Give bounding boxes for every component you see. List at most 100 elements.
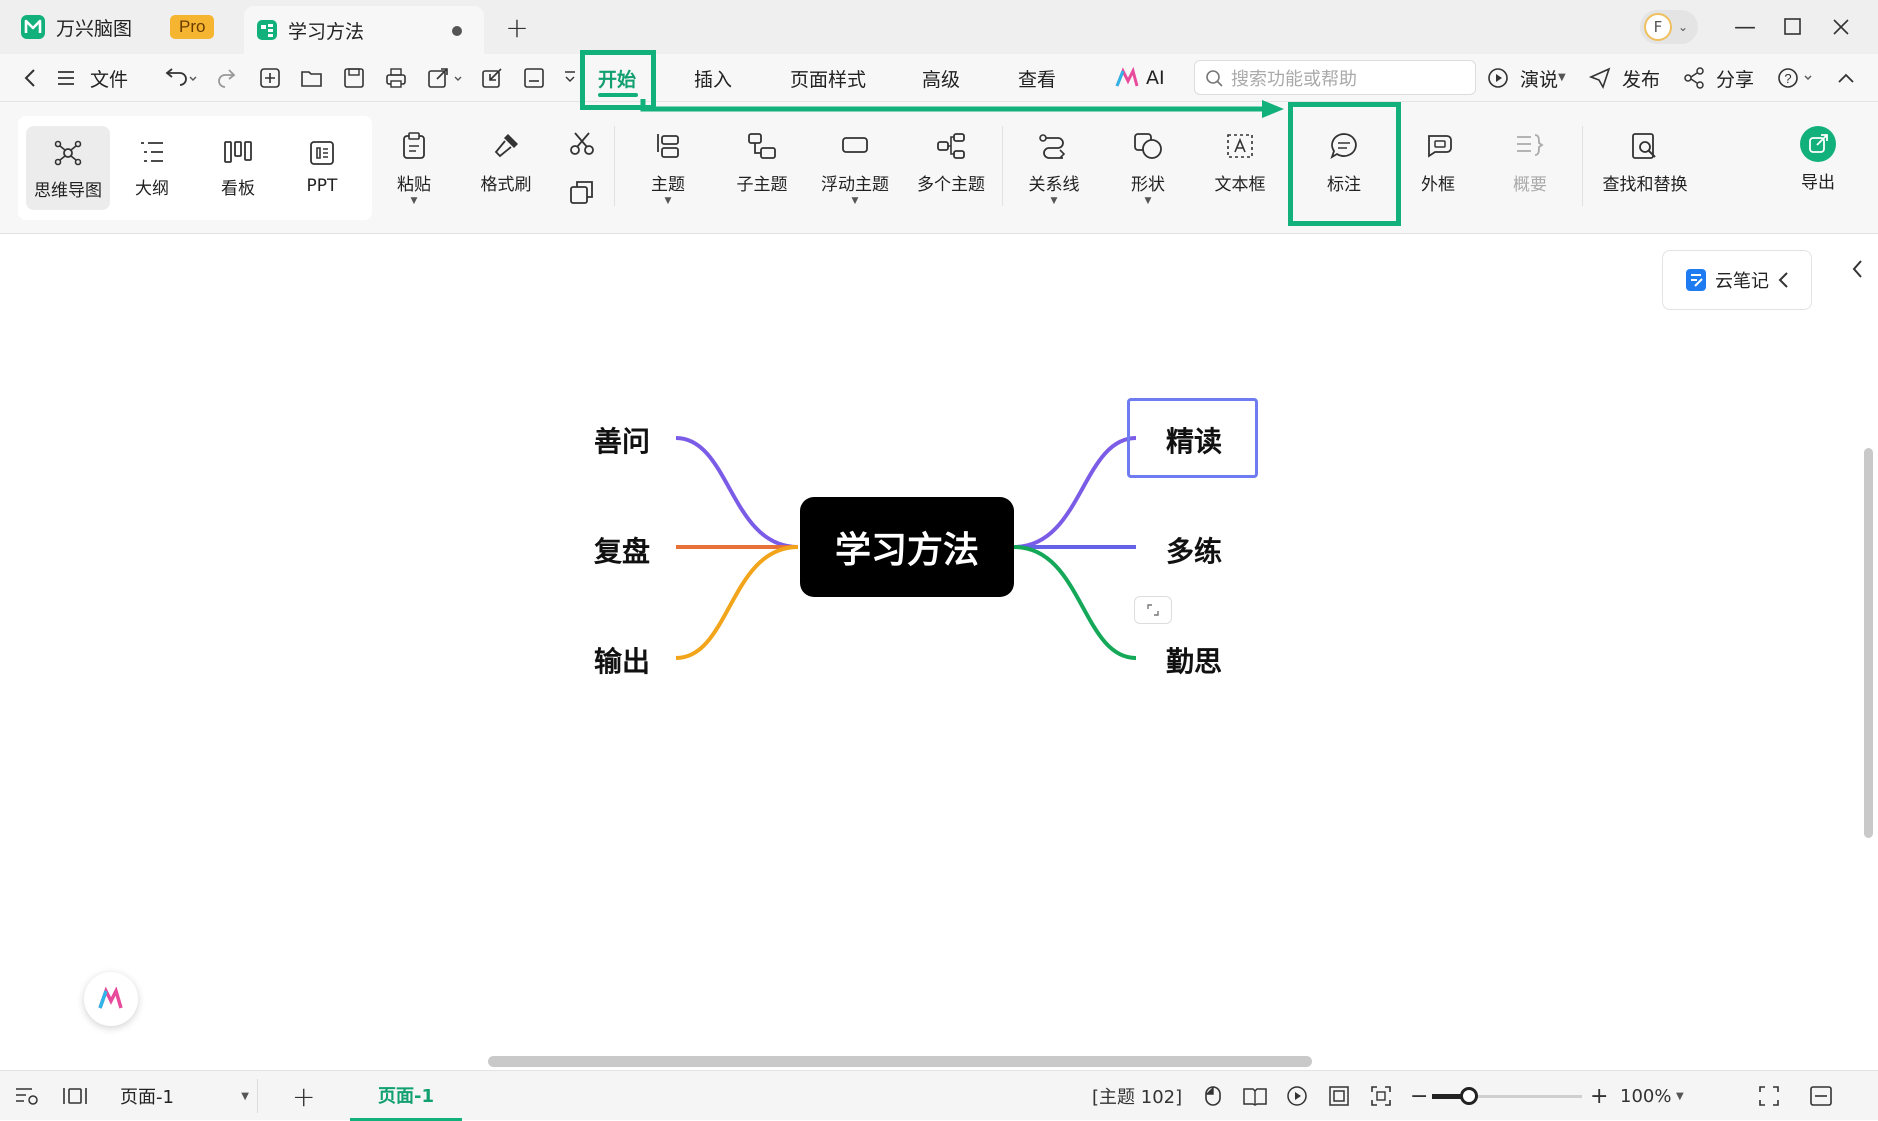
- export-label: 导出: [1801, 173, 1835, 193]
- collapse-toggle[interactable]: [1134, 596, 1172, 624]
- new-tab-button[interactable]: +: [504, 11, 530, 44]
- present-button[interactable]: 演说: [1520, 54, 1558, 102]
- share-button[interactable]: 分享: [1716, 54, 1754, 102]
- paste-label: 粘贴: [397, 175, 431, 195]
- multiple-topics-button[interactable]: 多个主题: [914, 132, 988, 195]
- search-input[interactable]: 搜索功能或帮助: [1194, 60, 1476, 95]
- topic-button[interactable]: 主题 ▼: [646, 132, 690, 206]
- account-menu[interactable]: F ⌄: [1640, 10, 1698, 44]
- topic-jingdu[interactable]: 精读: [1166, 420, 1222, 460]
- zoom-dropdown-icon[interactable]: ▼: [1676, 1091, 1684, 1102]
- mindmap-branches: [675, 436, 1137, 660]
- minimize-button[interactable]: —: [1732, 14, 1758, 40]
- subtopic-label: 子主题: [736, 175, 788, 195]
- paste-button[interactable]: 粘贴 ▼: [392, 132, 436, 206]
- menu-icon[interactable]: [54, 66, 78, 90]
- boundary-button[interactable]: 外框: [1418, 132, 1458, 195]
- mouse-icon[interactable]: [1200, 1084, 1226, 1108]
- maximize-button[interactable]: [1780, 14, 1806, 40]
- play-icon: [1486, 66, 1510, 90]
- topic-duolian[interactable]: 多练: [1166, 530, 1222, 570]
- page-list-icon[interactable]: [14, 1084, 40, 1108]
- more-tools-icon[interactable]: [562, 66, 578, 90]
- subtopic-button[interactable]: 子主题: [734, 132, 790, 195]
- slideshow-play-icon[interactable]: [1284, 1084, 1310, 1108]
- export-file-icon[interactable]: [426, 66, 466, 90]
- new-file-icon[interactable]: [258, 66, 282, 90]
- tab-view[interactable]: 查看: [1018, 54, 1056, 102]
- highlight-arrow-icon: [640, 99, 1284, 118]
- relationship-button[interactable]: 关系线 ▼: [1026, 132, 1082, 206]
- relationship-dropdown-icon[interactable]: ▼: [1051, 196, 1058, 206]
- ribbon-separator: [1002, 126, 1003, 206]
- page-select-value: 页面-1: [120, 1087, 174, 1108]
- unsaved-dot-icon[interactable]: [452, 26, 462, 36]
- zoom-level[interactable]: 100%: [1620, 1071, 1671, 1121]
- zoom-in-button[interactable]: +: [1590, 1071, 1608, 1121]
- close-button[interactable]: [1828, 14, 1854, 40]
- view-kanban-button[interactable]: 看板: [214, 140, 262, 199]
- present-dropdown-icon[interactable]: ▼: [1558, 72, 1566, 83]
- topic-shuchu[interactable]: 输出: [594, 640, 650, 680]
- page-tab-active[interactable]: 页面-1: [350, 1071, 462, 1121]
- shape-button[interactable]: 形状 ▼: [1126, 132, 1170, 206]
- undo-icon[interactable]: [160, 66, 200, 90]
- floating-topic-label: 浮动主题: [821, 175, 889, 195]
- publish-button[interactable]: 发布: [1622, 54, 1660, 102]
- zoom-out-button[interactable]: −: [1410, 1071, 1428, 1121]
- fullscreen-icon[interactable]: [1756, 1084, 1782, 1108]
- import-icon[interactable]: [480, 66, 504, 90]
- add-page-button[interactable]: +: [292, 1071, 315, 1121]
- app-tab[interactable]: 万兴脑图 Pro: [20, 10, 215, 44]
- topic-fupan[interactable]: 复盘: [594, 530, 650, 570]
- tab-ai[interactable]: AI: [1146, 54, 1165, 102]
- ai-assistant-button[interactable]: [84, 972, 138, 1026]
- mindmap-canvas[interactable]: 云笔记 学习方法 善问 复盘 输出 精读 多练 勤思: [0, 234, 1878, 1070]
- export-button[interactable]: 导出: [1796, 126, 1840, 193]
- print-icon[interactable]: [384, 66, 408, 90]
- topic-qinsi[interactable]: 勤思: [1166, 640, 1222, 680]
- file-menu[interactable]: 文件: [90, 54, 128, 102]
- avatar: F: [1644, 13, 1672, 41]
- topic-dropdown-icon[interactable]: ▼: [665, 196, 672, 206]
- page-view-icon[interactable]: [62, 1084, 88, 1108]
- tab-page-style[interactable]: 页面样式: [790, 54, 866, 102]
- paste-dropdown-icon[interactable]: ▼: [411, 196, 418, 206]
- save-icon[interactable]: [342, 66, 366, 90]
- tab-advanced[interactable]: 高级: [922, 54, 960, 102]
- shape-dropdown-icon[interactable]: ▼: [1145, 196, 1152, 206]
- page-select[interactable]: 页面-1 ▼: [108, 1079, 258, 1113]
- find-replace-button[interactable]: 查找和替换: [1600, 132, 1690, 195]
- fit-screen-icon[interactable]: [1368, 1084, 1394, 1108]
- book-icon[interactable]: [1242, 1084, 1268, 1108]
- save-as-icon[interactable]: [522, 66, 546, 90]
- horizontal-scrollbar[interactable]: [488, 1056, 1312, 1067]
- summary-button[interactable]: 概要: [1512, 132, 1548, 195]
- pro-badge: Pro: [170, 15, 215, 39]
- zoom-slider-thumb[interactable]: [1460, 1087, 1478, 1105]
- floating-topic-dropdown-icon[interactable]: ▼: [852, 196, 859, 206]
- redo-icon[interactable]: [216, 66, 240, 90]
- search-placeholder: 搜索功能或帮助: [1231, 68, 1357, 90]
- help-icon[interactable]: ?: [1776, 66, 1816, 90]
- floating-topic-button[interactable]: 浮动主题 ▼: [818, 132, 892, 206]
- cut-icon[interactable]: [568, 130, 596, 158]
- panel-layout-icon[interactable]: [1808, 1084, 1834, 1108]
- view-outline-button[interactable]: 大纲: [130, 140, 174, 199]
- copy-icon[interactable]: [568, 178, 596, 206]
- boundary-icon: [1423, 132, 1453, 160]
- view-mindmap-button[interactable]: 思维导图: [26, 126, 110, 210]
- back-icon[interactable]: [18, 66, 42, 90]
- topic-shanwen[interactable]: 善问: [594, 420, 650, 460]
- view-ppt-button[interactable]: PPT: [300, 140, 344, 196]
- relationship-label: 关系线: [1028, 175, 1080, 195]
- tab-insert[interactable]: 插入: [694, 54, 732, 102]
- document-tab[interactable]: 学习方法: [244, 6, 484, 54]
- collapse-ribbon-icon[interactable]: [1834, 66, 1858, 90]
- format-painter-button[interactable]: 格式刷: [478, 132, 534, 195]
- textbox-button[interactable]: 文本框: [1212, 132, 1268, 195]
- fit-page-icon[interactable]: [1326, 1084, 1352, 1108]
- central-topic[interactable]: 学习方法: [800, 497, 1014, 597]
- open-folder-icon[interactable]: [300, 66, 324, 90]
- publish-icon: [1588, 66, 1612, 90]
